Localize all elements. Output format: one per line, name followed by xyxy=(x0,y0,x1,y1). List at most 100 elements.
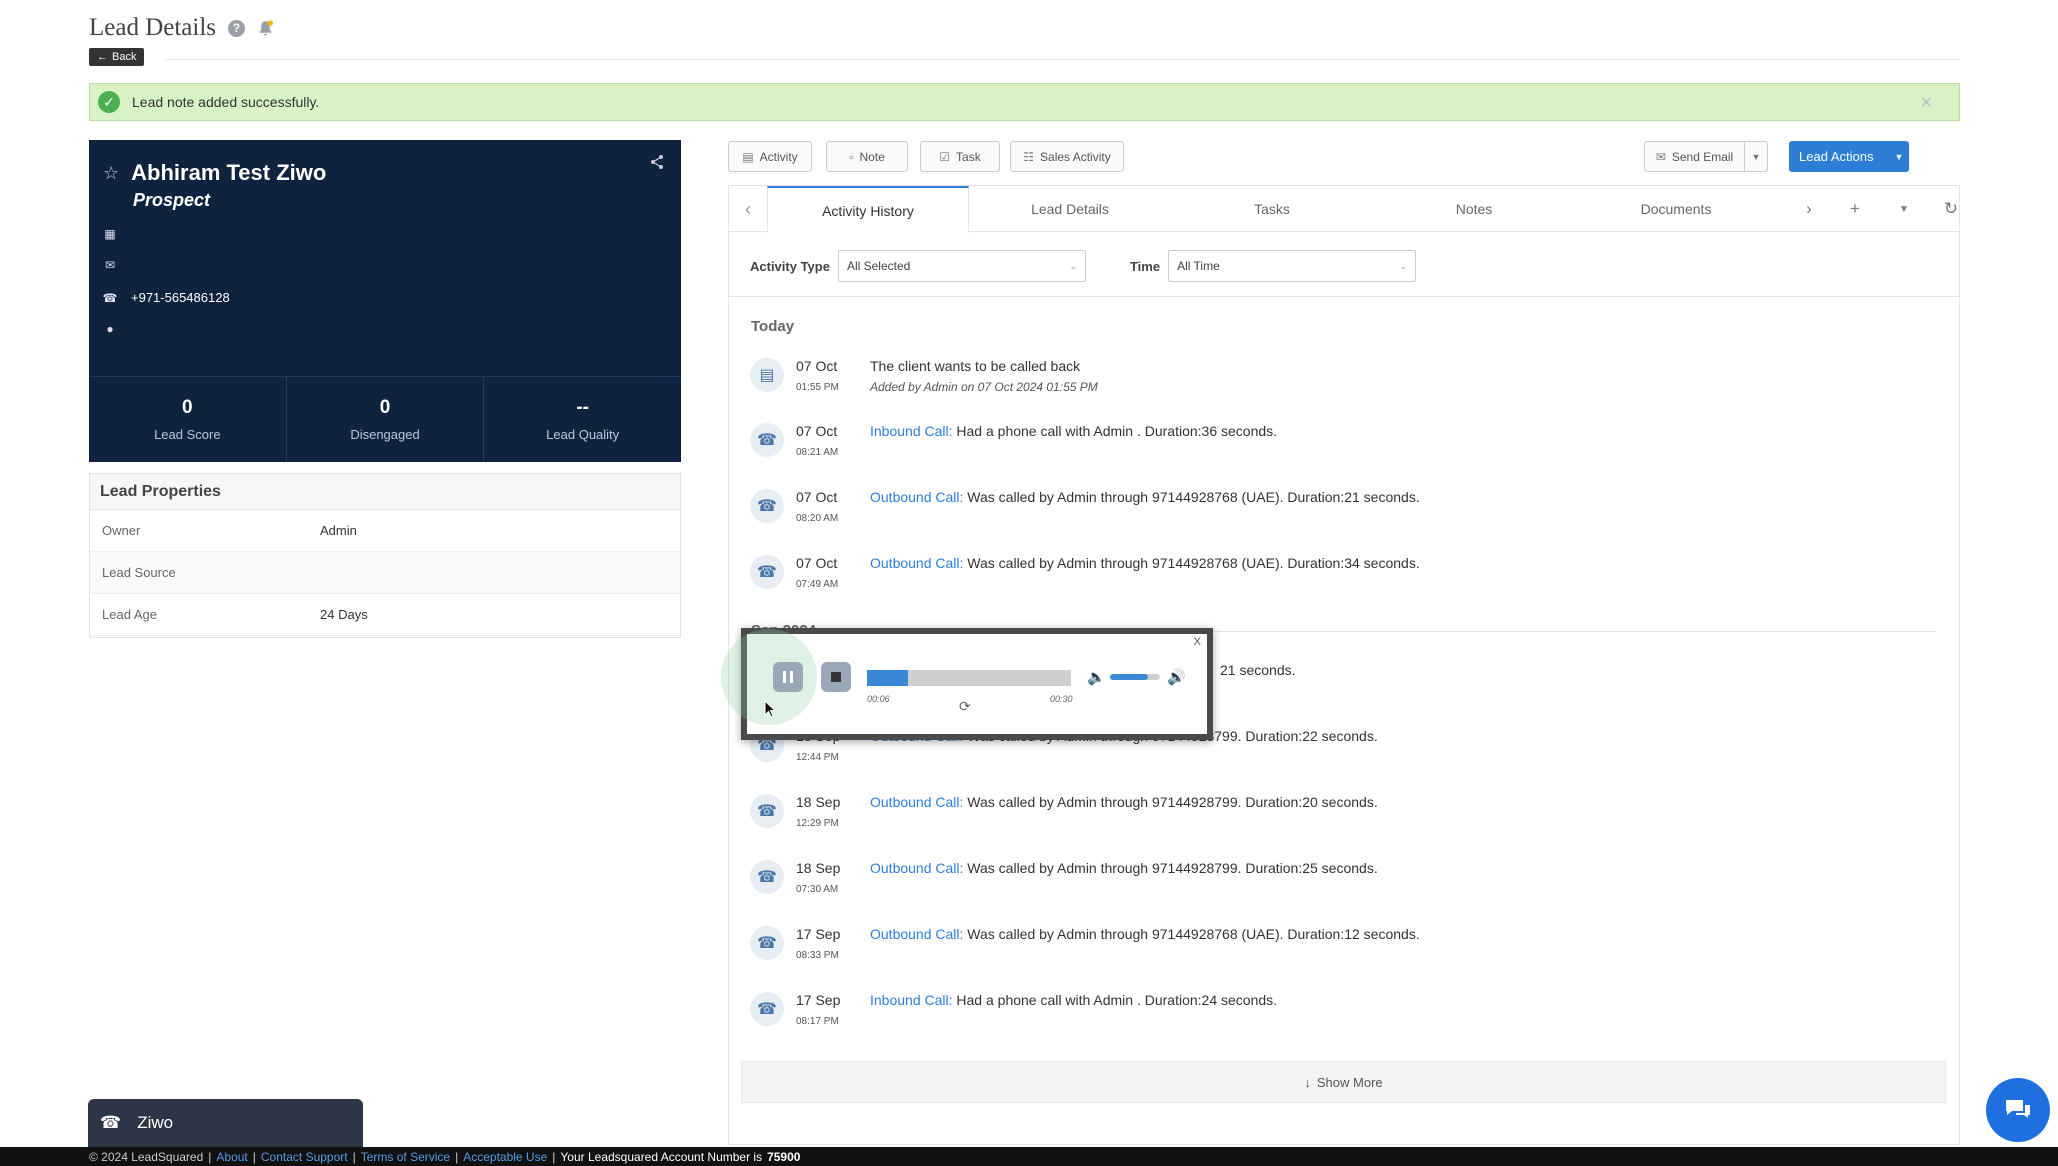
note-icon: ▤ xyxy=(750,358,784,392)
chevron-right-icon[interactable]: › xyxy=(1789,186,1829,232)
lead-phone[interactable]: +971-565486128 xyxy=(131,290,230,305)
property-row: Lead Source xyxy=(90,552,680,594)
property-row: Lead Age 24 Days xyxy=(90,594,680,636)
lead-properties: Lead Properties Owner Admin Lead Source … xyxy=(89,473,681,638)
tab-bar: ‹ Activity History Lead Details Tasks No… xyxy=(729,186,1959,233)
sales-activity-button[interactable]: ☷ Sales Activity xyxy=(1010,141,1124,172)
mouse-cursor-icon xyxy=(764,700,776,718)
pause-button[interactable] xyxy=(773,662,803,692)
lead-actions-button[interactable]: Lead Actions ▼ xyxy=(1789,141,1909,172)
envelope-icon: ✉ xyxy=(1655,149,1666,164)
filter-divider xyxy=(729,296,1959,297)
footer-link-acceptable-use[interactable]: Acceptable Use xyxy=(463,1150,547,1164)
chevron-down-icon[interactable]: ▼ xyxy=(1745,152,1767,162)
chat-button[interactable] xyxy=(1986,1078,2050,1142)
activity-filters: Activity Type All Selected ⌄ Time All Ti… xyxy=(750,250,1417,282)
cart-icon: ☷ xyxy=(1023,149,1035,164)
tab-documents[interactable]: Documents xyxy=(1575,186,1777,232)
lead-summary-card: ☆ Abhiram Test Ziwo Prospect ▦ ✉ ☎ +971-… xyxy=(89,140,681,462)
activity-item: ☎ 07 Oct 07:49 AM Outbound Call: Was cal… xyxy=(750,555,1930,615)
ziwo-widget[interactable]: ☎ Ziwo xyxy=(88,1099,363,1147)
activity-type-link[interactable]: Outbound Call: xyxy=(870,489,963,505)
location-icon: ● xyxy=(106,322,114,336)
phone-icon: ☎ xyxy=(750,860,784,894)
volume-mute-icon[interactable]: 🔈 xyxy=(1087,668,1106,686)
back-button[interactable]: ← Back xyxy=(89,48,145,66)
phone-icon: ☎ xyxy=(100,1113,122,1132)
close-icon[interactable]: ✕ xyxy=(1920,93,1933,113)
share-icon[interactable] xyxy=(649,154,665,170)
pause-icon xyxy=(783,671,793,683)
note-icon: ▫ xyxy=(849,149,854,164)
total-duration: 00:30 xyxy=(1050,694,1073,704)
activity-icon: ▤ xyxy=(742,149,754,164)
volume-slider[interactable] xyxy=(1110,674,1160,680)
activity-type-select[interactable]: All Selected ⌄ xyxy=(837,250,1086,282)
loop-icon[interactable]: ⟳ xyxy=(959,698,971,715)
phone-icon: ☎ xyxy=(750,794,784,828)
seek-bar-fill xyxy=(867,670,908,686)
stop-icon xyxy=(831,672,841,682)
property-row: Owner Admin xyxy=(90,510,680,552)
activity-type-link[interactable]: Outbound Call: xyxy=(870,860,963,876)
footer-link-contact[interactable]: Contact Support xyxy=(261,1150,348,1164)
phone-icon: ☎ xyxy=(750,555,784,589)
audio-player: X 00:06 00:30 ⟳ 🔈 🔊 xyxy=(721,628,1213,740)
star-icon[interactable]: ☆ xyxy=(103,163,119,184)
phone-icon: ☎ xyxy=(750,992,784,1026)
elapsed-time: 00:06 xyxy=(867,694,890,704)
seek-bar[interactable] xyxy=(867,670,1071,686)
group-heading-today: Today xyxy=(751,318,795,335)
chevron-left-icon[interactable]: ‹ xyxy=(729,186,767,232)
activity-item: ☎ 07 Oct 08:21 AM Inbound Call: Had a ph… xyxy=(750,423,1930,483)
activity-item: ☎ 18 Sep 07:30 AM Outbound Call: Was cal… xyxy=(750,860,1930,920)
volume-max-icon[interactable]: 🔊 xyxy=(1167,668,1186,686)
lead-stats: 0 Lead Score 0 Disengaged -- Lead Qualit… xyxy=(89,376,681,462)
page-header: Lead Details ? xyxy=(89,14,274,42)
clipboard-icon: ☑ xyxy=(939,149,951,164)
stop-button[interactable] xyxy=(821,662,851,692)
activity-button[interactable]: ▤ Activity xyxy=(728,141,812,172)
check-circle-icon: ✓ xyxy=(98,91,120,113)
show-more-button[interactable]: ↓ Show More xyxy=(741,1061,1946,1103)
arrow-left-icon: ← xyxy=(97,51,108,63)
bell-icon[interactable] xyxy=(257,20,274,37)
activity-item: ☎ 17 Sep 08:17 PM Inbound Call: Had a ph… xyxy=(750,992,1930,1052)
lead-stage: Prospect xyxy=(133,190,211,210)
success-alert: ✓ Lead note added successfully. ✕ xyxy=(89,83,1960,121)
tab-lead-details[interactable]: Lead Details xyxy=(969,186,1171,232)
volume-fill xyxy=(1110,674,1148,680)
stat-lead-quality: -- Lead Quality xyxy=(546,397,620,442)
chevron-down-icon[interactable]: ▼ xyxy=(1889,152,1909,162)
task-button[interactable]: ☑ Task xyxy=(920,141,1000,172)
page-title: Lead Details xyxy=(89,14,217,41)
arrow-down-icon: ↓ xyxy=(1304,1074,1311,1090)
send-email-button[interactable]: ✉ Send Email ▼ xyxy=(1644,141,1768,172)
footer-link-about[interactable]: About xyxy=(216,1150,247,1164)
caret-down-icon[interactable]: ▼ xyxy=(1884,186,1924,232)
chat-icon xyxy=(2006,1100,2030,1118)
chevron-down-icon: ⌄ xyxy=(1399,260,1408,271)
activity-type-link[interactable]: Inbound Call: xyxy=(870,992,953,1008)
activity-type-link[interactable]: Outbound Call: xyxy=(870,926,963,942)
help-icon[interactable]: ? xyxy=(228,19,246,37)
activity-type-link[interactable]: Outbound Call: xyxy=(870,555,963,571)
footer: © 2024 LeadSquared | About | Contact Sup… xyxy=(0,1147,2058,1166)
tab-activity-history[interactable]: Activity History xyxy=(767,186,969,233)
close-icon[interactable]: X xyxy=(1194,636,1201,648)
note-button[interactable]: ▫ Note xyxy=(826,141,908,172)
activity-type-link[interactable]: Outbound Call: xyxy=(870,794,963,810)
phone-icon: ☎ xyxy=(750,489,784,523)
lead-properties-title: Lead Properties xyxy=(90,474,680,510)
footer-link-terms[interactable]: Terms of Service xyxy=(361,1150,450,1164)
lead-name: Abhiram Test Ziwo xyxy=(131,160,327,185)
time-select[interactable]: All Time ⌄ xyxy=(1168,250,1417,282)
plus-icon[interactable]: + xyxy=(1835,186,1875,232)
activity-item: ☎ 18 Sep 12:29 PM Outbound Call: Was cal… xyxy=(750,794,1930,854)
activity-type-link[interactable]: Inbound Call: xyxy=(870,423,953,439)
tab-tasks[interactable]: Tasks xyxy=(1171,186,1373,232)
tab-notes[interactable]: Notes xyxy=(1373,186,1575,232)
refresh-icon[interactable]: ↻ xyxy=(1931,186,1971,232)
chevron-down-icon: ⌄ xyxy=(1069,260,1077,271)
activity-item: ☎ 07 Oct 08:20 AM Outbound Call: Was cal… xyxy=(750,489,1930,549)
